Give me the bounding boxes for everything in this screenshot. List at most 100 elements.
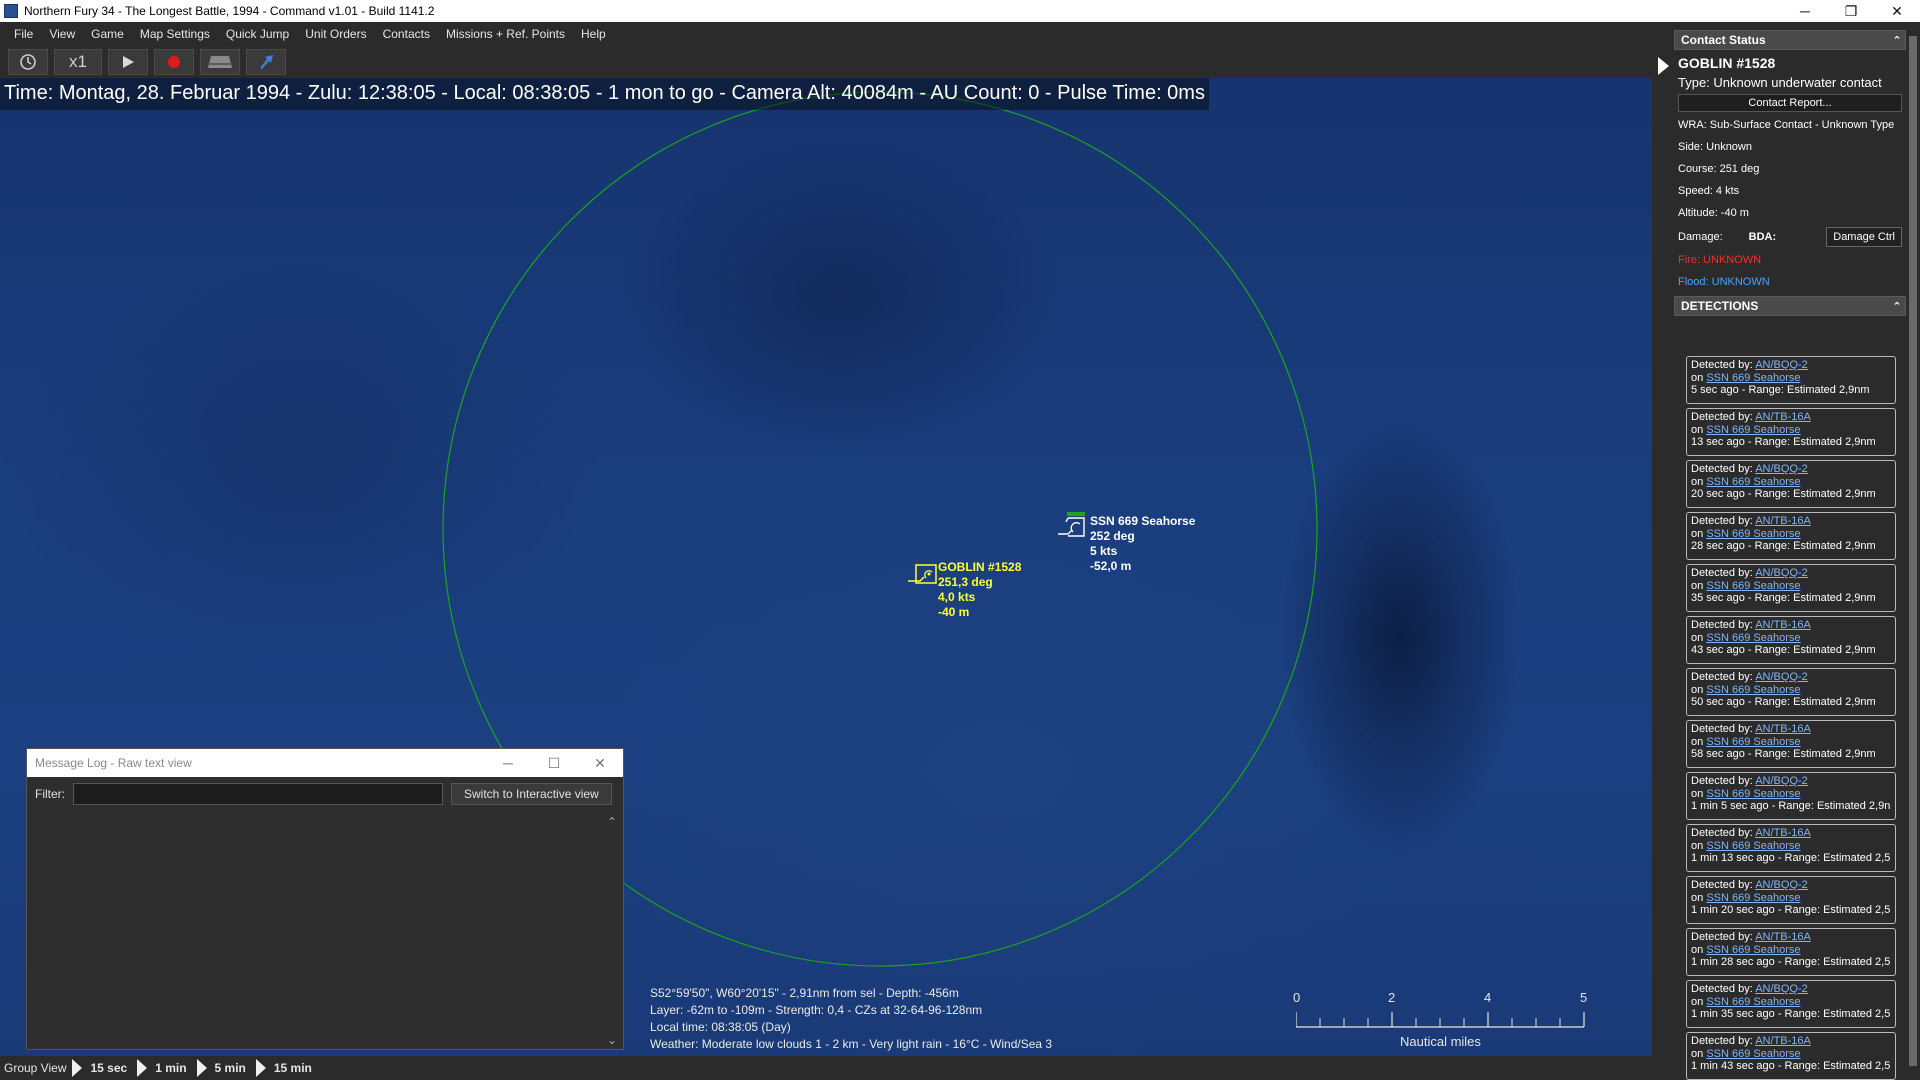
- contact-name-title: GOBLIN #1528: [1678, 55, 1776, 71]
- window-title: Northern Fury 34 - The Longest Battle, 1…: [24, 4, 435, 18]
- detected-by-label: Detected by:: [1691, 619, 1753, 631]
- on-label: on: [1691, 787, 1704, 800]
- on-label: on: [1691, 475, 1704, 488]
- chevron-up-icon[interactable]: ⌃: [1889, 300, 1905, 313]
- message-log-close-button[interactable]: ✕: [577, 755, 623, 772]
- platform-link[interactable]: SSN 669 Seahorse: [1706, 424, 1800, 436]
- detection-item[interactable]: Detected by: AN/BQQ-2 on SSN 669 Seahorse…: [1686, 980, 1896, 1028]
- sensor-link[interactable]: AN/BQQ-2: [1755, 879, 1808, 891]
- group-view-label[interactable]: Group View: [4, 1061, 66, 1075]
- sensor-link[interactable]: AN/BQQ-2: [1755, 775, 1808, 787]
- contact-symbol-icon[interactable]: [906, 561, 938, 585]
- doctrine-icon[interactable]: [200, 49, 240, 75]
- record-icon[interactable]: [154, 49, 194, 75]
- sensor-link[interactable]: AN/BQQ-2: [1755, 359, 1808, 371]
- detection-item[interactable]: Detected by: AN/TB-16A on SSN 669 Seahors…: [1686, 1032, 1896, 1080]
- own-submarine-icon[interactable]: [1056, 510, 1090, 540]
- filter-input[interactable]: [73, 783, 443, 805]
- own-unit-course: 252 deg: [1090, 529, 1135, 543]
- sensor-link[interactable]: AN/TB-16A: [1755, 515, 1811, 527]
- time-compression-button[interactable]: x1: [54, 49, 102, 75]
- detection-item[interactable]: Detected by: AN/BQQ-2 on SSN 669 Seahorse…: [1686, 876, 1896, 924]
- feedback-icon[interactable]: [246, 49, 286, 75]
- detection-item[interactable]: Detected by: AN/BQQ-2 on SSN 669 Seahorse…: [1686, 356, 1896, 404]
- platform-link[interactable]: SSN 669 Seahorse: [1706, 476, 1800, 488]
- sensor-link[interactable]: AN/TB-16A: [1755, 723, 1811, 735]
- switch-interactive-view-button[interactable]: Switch to Interactive view: [451, 783, 612, 805]
- platform-link[interactable]: SSN 669 Seahorse: [1706, 632, 1800, 644]
- sensor-link[interactable]: AN/BQQ-2: [1755, 983, 1808, 995]
- platform-link[interactable]: SSN 669 Seahorse: [1706, 840, 1800, 852]
- clock-icon[interactable]: [8, 49, 48, 75]
- detection-item[interactable]: Detected by: AN/BQQ-2 on SSN 669 Seahorse…: [1686, 668, 1896, 716]
- menu-missions[interactable]: Missions + Ref. Points: [438, 27, 573, 41]
- platform-link[interactable]: SSN 669 Seahorse: [1706, 736, 1800, 748]
- platform-link[interactable]: SSN 669 Seahorse: [1706, 684, 1800, 696]
- sensor-link[interactable]: AN/TB-16A: [1755, 827, 1811, 839]
- menu-unit-orders[interactable]: Unit Orders: [297, 27, 374, 41]
- play-icon[interactable]: [108, 49, 148, 75]
- menu-game[interactable]: Game: [83, 27, 132, 41]
- platform-link[interactable]: SSN 669 Seahorse: [1706, 788, 1800, 800]
- own-unit-depth: -52,0 m: [1090, 559, 1132, 573]
- right-panel-scrollbar[interactable]: [1906, 22, 1920, 1080]
- detection-item[interactable]: Detected by: AN/TB-16A on SSN 669 Seahors…: [1686, 720, 1896, 768]
- platform-link[interactable]: SSN 669 Seahorse: [1706, 944, 1800, 956]
- message-log-minimize-button[interactable]: ─: [485, 755, 531, 771]
- collapse-panel-button[interactable]: [1652, 44, 1674, 88]
- menu-file[interactable]: File: [6, 27, 41, 41]
- platform-link[interactable]: SSN 669 Seahorse: [1706, 528, 1800, 540]
- detection-item[interactable]: Detected by: AN/TB-16A on SSN 669 Seahors…: [1686, 512, 1896, 560]
- sensor-link[interactable]: AN/TB-16A: [1755, 411, 1811, 423]
- message-log-scrollbar[interactable]: ⌃ ⌄: [607, 815, 621, 1047]
- time-step-1min[interactable]: 1 min: [137, 1059, 187, 1077]
- sensor-link[interactable]: AN/BQQ-2: [1755, 567, 1808, 579]
- detection-item[interactable]: Detected by: AN/TB-16A on SSN 669 Seahors…: [1686, 928, 1896, 976]
- sensor-link[interactable]: AN/BQQ-2: [1755, 463, 1808, 475]
- detection-item[interactable]: Detected by: AN/TB-16A on SSN 669 Seahors…: [1686, 616, 1896, 664]
- time-step-15min[interactable]: 15 min: [255, 1059, 312, 1077]
- detection-item[interactable]: Detected by: AN/BQQ-2 on SSN 669 Seahorse…: [1686, 564, 1896, 612]
- menu-map-settings[interactable]: Map Settings: [132, 27, 218, 41]
- platform-link[interactable]: SSN 669 Seahorse: [1706, 892, 1800, 904]
- detection-item[interactable]: Detected by: AN/BQQ-2 on SSN 669 Seahorse…: [1686, 772, 1896, 820]
- sensor-link[interactable]: AN/TB-16A: [1755, 619, 1811, 631]
- detection-item[interactable]: Detected by: AN/BQQ-2 on SSN 669 Seahorse…: [1686, 460, 1896, 508]
- sensor-link[interactable]: AN/TB-16A: [1755, 931, 1811, 943]
- message-log-title: Message Log - Raw text view: [35, 756, 192, 770]
- menu-contacts[interactable]: Contacts: [375, 27, 438, 41]
- close-button[interactable]: ✕: [1874, 0, 1920, 22]
- detection-detail: 5 sec ago - Range: Estimated 2,9nm: [1691, 384, 1870, 396]
- message-log-titlebar[interactable]: Message Log - Raw text view ─ ☐ ✕: [27, 749, 623, 777]
- platform-link[interactable]: SSN 669 Seahorse: [1706, 1048, 1800, 1060]
- detection-item[interactable]: Detected by: AN/TB-16A on SSN 669 Seahors…: [1686, 408, 1896, 456]
- on-label: on: [1691, 631, 1704, 644]
- detections-header[interactable]: DETECTIONS ⌃: [1674, 296, 1906, 316]
- sensor-link[interactable]: AN/BQQ-2: [1755, 671, 1808, 683]
- minimize-button[interactable]: ─: [1782, 0, 1828, 22]
- scroll-up-icon[interactable]: ⌃: [607, 815, 617, 829]
- play-step-icon: [255, 1059, 266, 1077]
- damage-ctrl-button[interactable]: Damage Ctrl: [1826, 227, 1902, 247]
- platform-link[interactable]: SSN 669 Seahorse: [1706, 996, 1800, 1008]
- time-step-5min[interactable]: 5 min: [196, 1059, 246, 1077]
- chevron-up-icon[interactable]: ⌃: [1889, 34, 1905, 47]
- menu-view[interactable]: View: [41, 27, 83, 41]
- time-step-15sec[interactable]: 15 sec: [72, 1059, 127, 1077]
- detection-item[interactable]: Detected by: AN/TB-16A on SSN 669 Seahors…: [1686, 824, 1896, 872]
- sensor-link[interactable]: AN/TB-16A: [1755, 1035, 1811, 1047]
- contact-status-header[interactable]: Contact Status ⌃: [1674, 30, 1906, 50]
- scroll-down-icon[interactable]: ⌄: [607, 1033, 617, 1047]
- platform-link[interactable]: SSN 669 Seahorse: [1706, 372, 1800, 384]
- menu-help[interactable]: Help: [573, 27, 614, 41]
- own-unit-label[interactable]: SSN 669 Seahorse 252 deg 5 kts -52,0 m: [1090, 514, 1195, 574]
- scrollbar-thumb[interactable]: [1909, 36, 1917, 1066]
- message-log-body[interactable]: [27, 813, 623, 1049]
- contact-report-button[interactable]: Contact Report...: [1678, 94, 1902, 112]
- platform-link[interactable]: SSN 669 Seahorse: [1706, 580, 1800, 592]
- detected-by-label: Detected by:: [1691, 411, 1753, 423]
- contact-label[interactable]: GOBLIN #1528 251,3 deg 4,0 kts -40 m: [938, 560, 1021, 620]
- message-log-maximize-button[interactable]: ☐: [531, 755, 577, 772]
- menu-quick-jump[interactable]: Quick Jump: [218, 27, 297, 41]
- restore-button[interactable]: ❐: [1828, 0, 1874, 22]
